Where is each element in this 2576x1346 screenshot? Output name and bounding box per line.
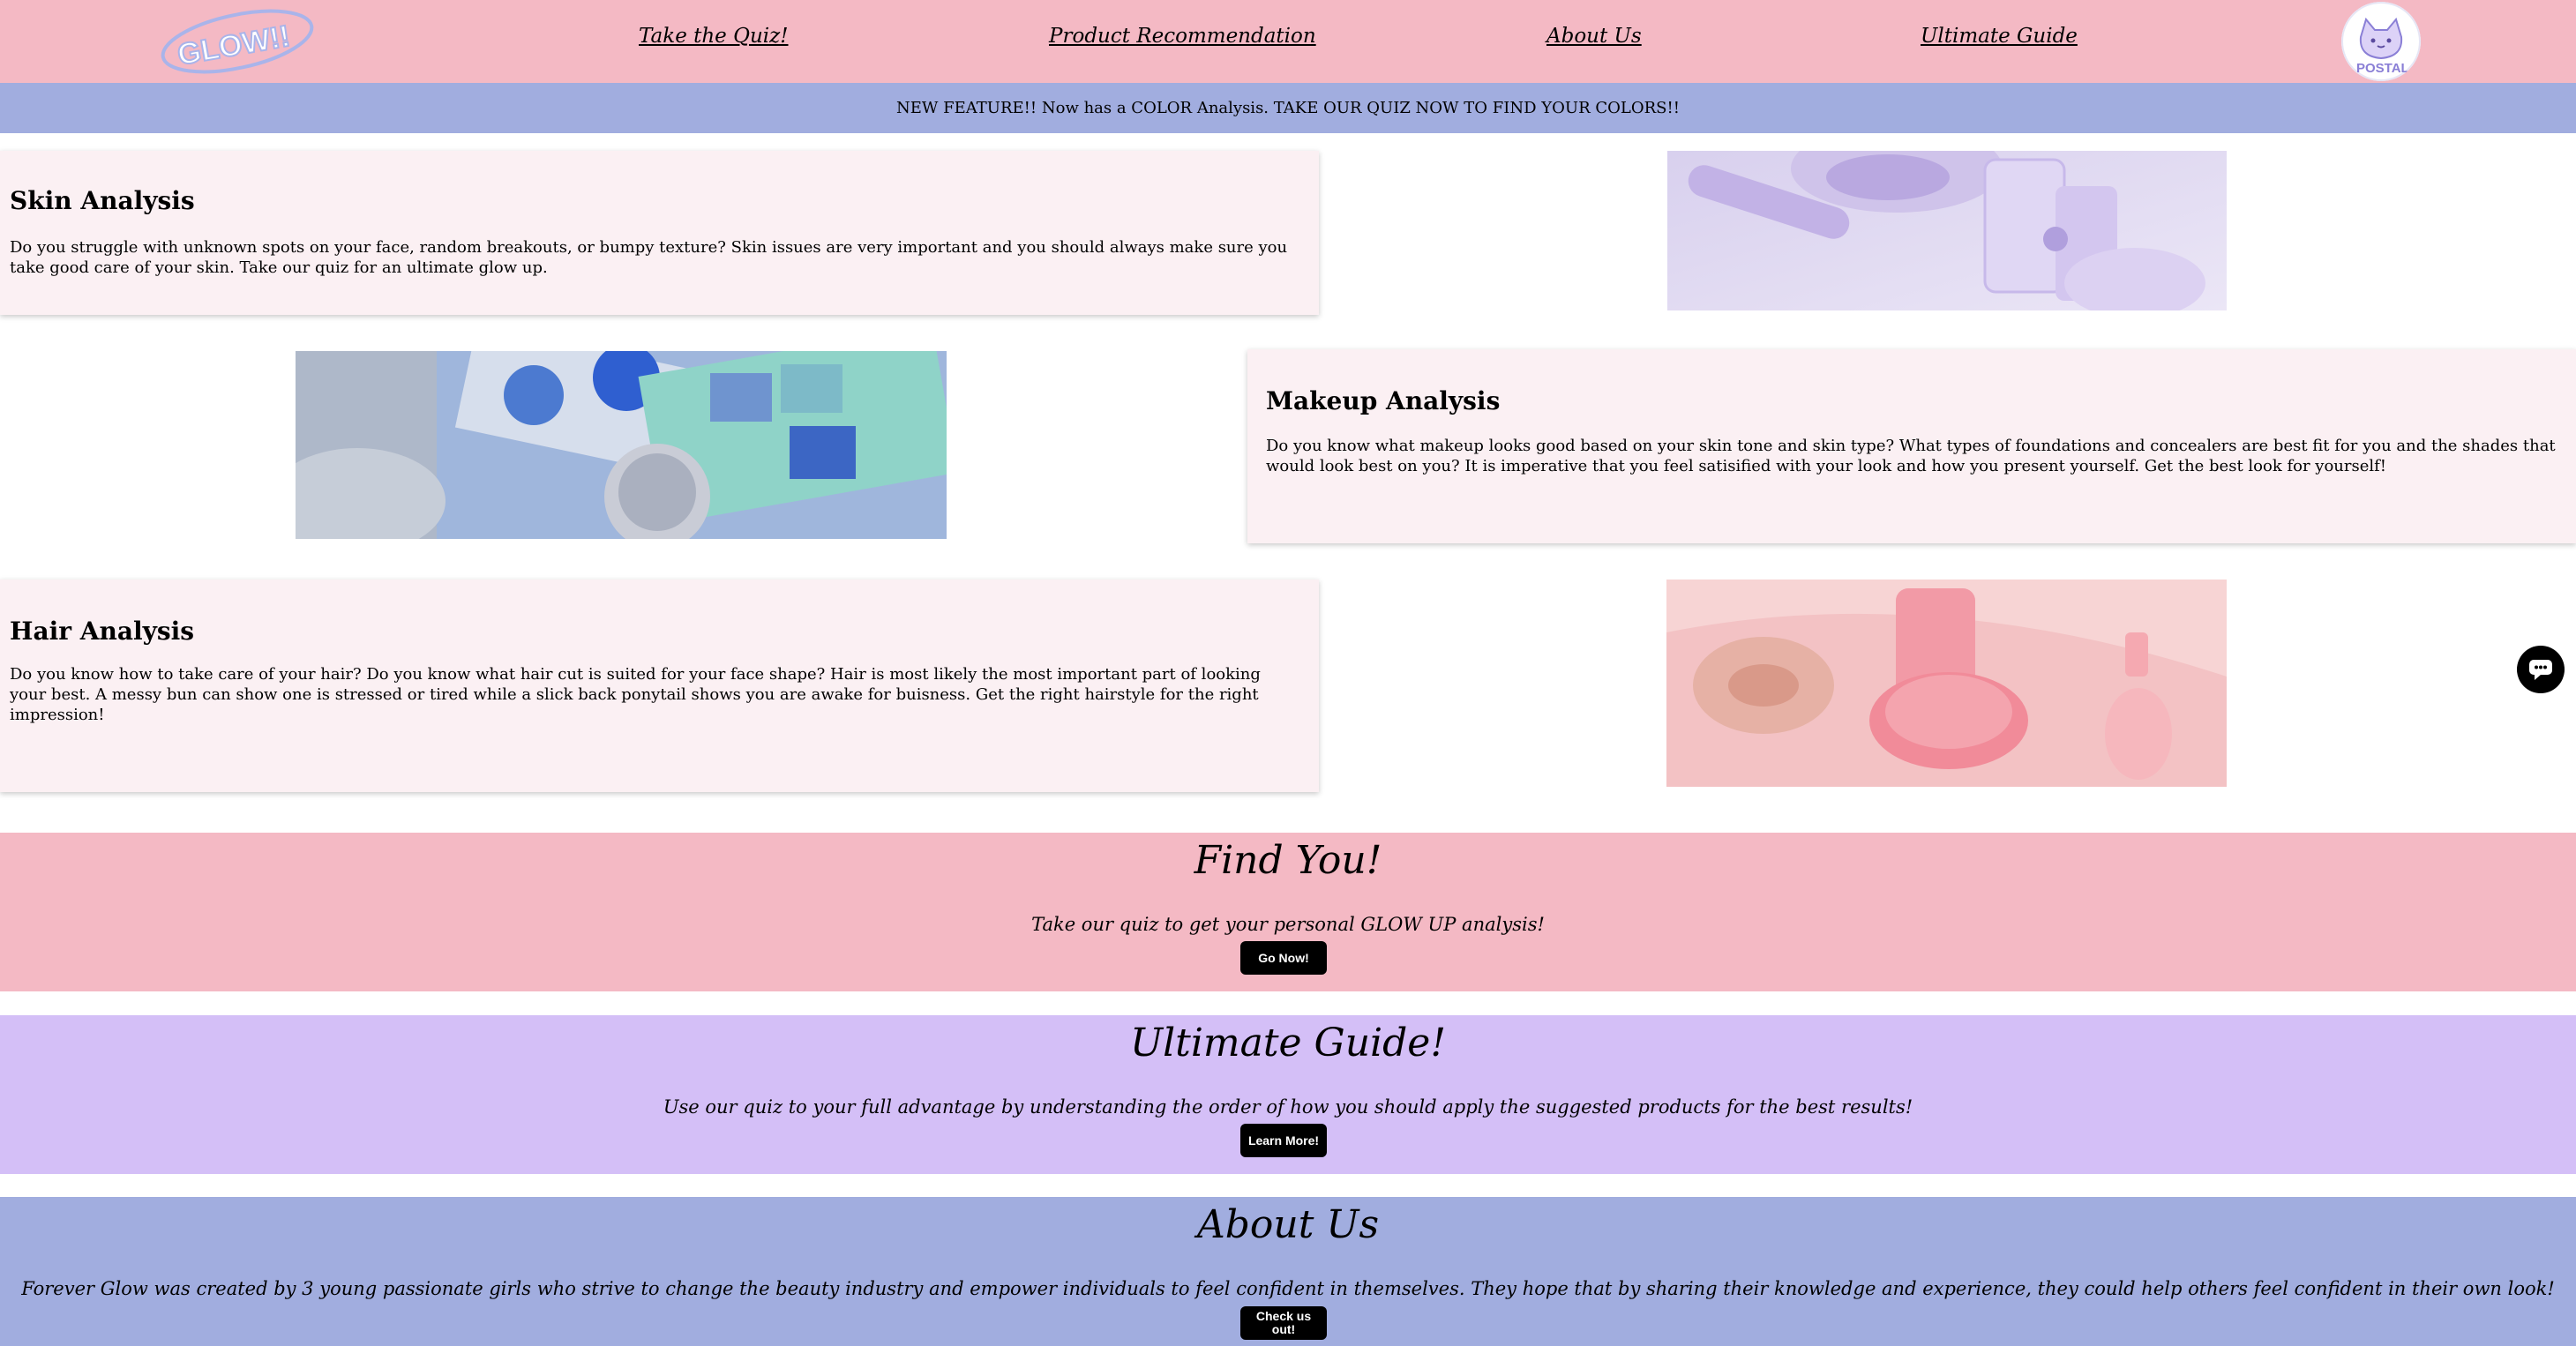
skin-products-image [1667, 151, 2227, 310]
hair-analysis-text: Do you know how to take care of your hai… [10, 665, 1261, 724]
ultimate-guide-section: Ultimate Guide! Use our quiz to your ful… [0, 1015, 2576, 1174]
avatar-icon[interactable]: POSTAL [2341, 2, 2421, 81]
check-us-out-button[interactable]: Check us out! [1240, 1306, 1327, 1340]
ultimate-guide-text: Use our quiz to your full advantage by u… [663, 1096, 1913, 1118]
hair-analysis-title: Hair Analysis [10, 617, 195, 646]
nav-about-us[interactable]: About Us [1546, 25, 1642, 48]
top-navbar: GLOW!! Take the Quiz! Product Recommenda… [0, 0, 2576, 83]
nav-product-recommendation[interactable]: Product Recommendation [1049, 25, 1316, 48]
about-us-title: About Us [1196, 1202, 1380, 1247]
go-now-button[interactable]: Go Now! [1240, 941, 1327, 975]
nav-take-quiz[interactable]: Take the Quiz! [639, 25, 789, 48]
find-you-text: Take our quiz to get your personal GLOW … [1031, 914, 1545, 935]
find-you-section: Find You! Take our quiz to get your pers… [0, 833, 2576, 991]
makeup-analysis-card: Makeup Analysis Do you know what makeup … [1247, 349, 2576, 543]
learn-more-button[interactable]: Learn More! [1240, 1124, 1327, 1157]
svg-text:POSTAL: POSTAL [2356, 61, 2409, 76]
skin-analysis-title: Skin Analysis [10, 186, 195, 215]
hair-products-image [1666, 580, 2227, 787]
skin-analysis-card: Skin Analysis Do you struggle with unkno… [0, 151, 1319, 315]
hair-analysis-card: Hair Analysis Do you know how to take ca… [0, 580, 1319, 792]
find-you-title: Find You! [1194, 838, 1382, 883]
banner-text: NEW FEATURE!! Now has a COLOR Analysis. … [896, 99, 1680, 117]
chat-icon[interactable] [2517, 646, 2565, 693]
logo-icon[interactable]: GLOW!! [157, 5, 318, 78]
about-us-section: About Us Forever Glow was created by 3 y… [0, 1197, 2576, 1346]
makeup-palette-image [296, 351, 947, 539]
makeup-analysis-title: Makeup Analysis [1266, 386, 1501, 415]
about-us-text: Forever Glow was created by 3 young pass… [21, 1278, 2555, 1299]
nav-ultimate-guide[interactable]: Ultimate Guide [1921, 25, 2078, 48]
ultimate-guide-title: Ultimate Guide! [1129, 1021, 1446, 1066]
skin-analysis-text: Do you struggle with unknown spots on yo… [10, 238, 1288, 277]
makeup-analysis-text: Do you know what makeup looks good based… [1266, 437, 2556, 475]
feature-banner: NEW FEATURE!! Now has a COLOR Analysis. … [0, 83, 2576, 133]
